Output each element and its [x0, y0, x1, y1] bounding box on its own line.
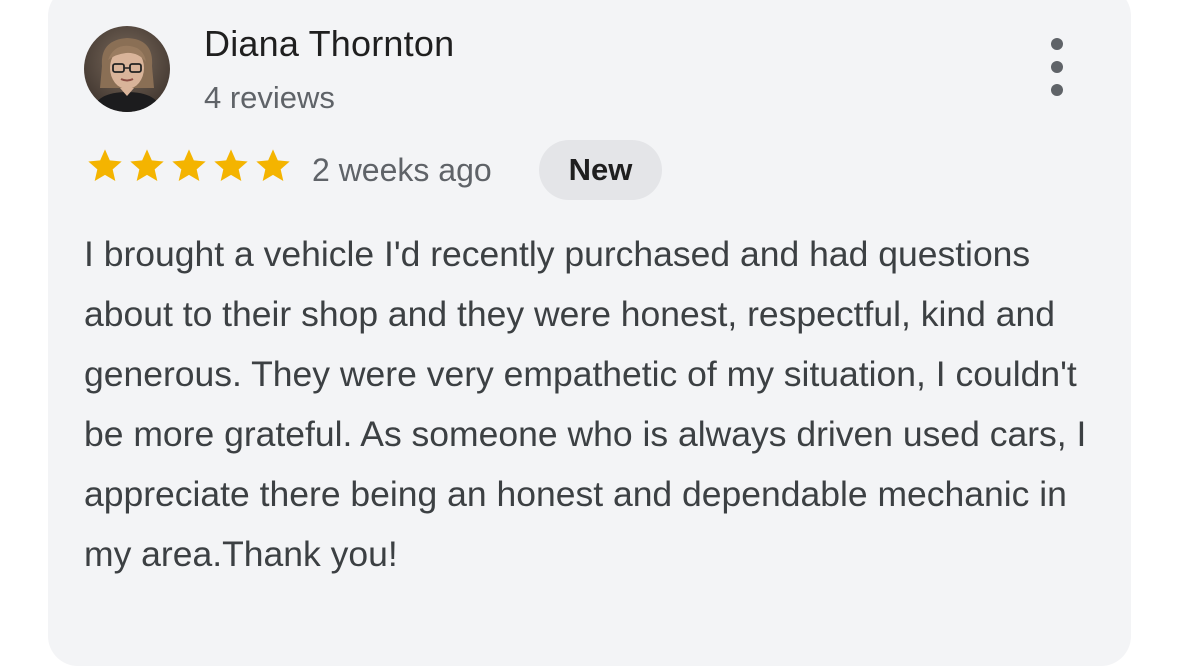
star-rating	[84, 146, 294, 186]
review-timestamp: 2 weeks ago	[312, 152, 492, 188]
more-options-button[interactable]	[1040, 38, 1074, 96]
review-card: Diana Thornton 4 reviews 2 weeks ago New…	[48, 0, 1131, 666]
avatar-photo	[84, 26, 170, 112]
avatar[interactable]	[84, 26, 170, 112]
author-name[interactable]: Diana Thornton	[204, 23, 454, 65]
star-icon	[256, 149, 290, 181]
star-icon	[172, 149, 206, 181]
star-icon	[88, 149, 122, 181]
star-icon	[214, 149, 248, 181]
star-icon	[130, 149, 164, 181]
new-badge: New	[539, 140, 662, 200]
review-count[interactable]: 4 reviews	[204, 80, 335, 116]
review-text: I brought a vehicle I'd recently purchas…	[84, 234, 1087, 574]
